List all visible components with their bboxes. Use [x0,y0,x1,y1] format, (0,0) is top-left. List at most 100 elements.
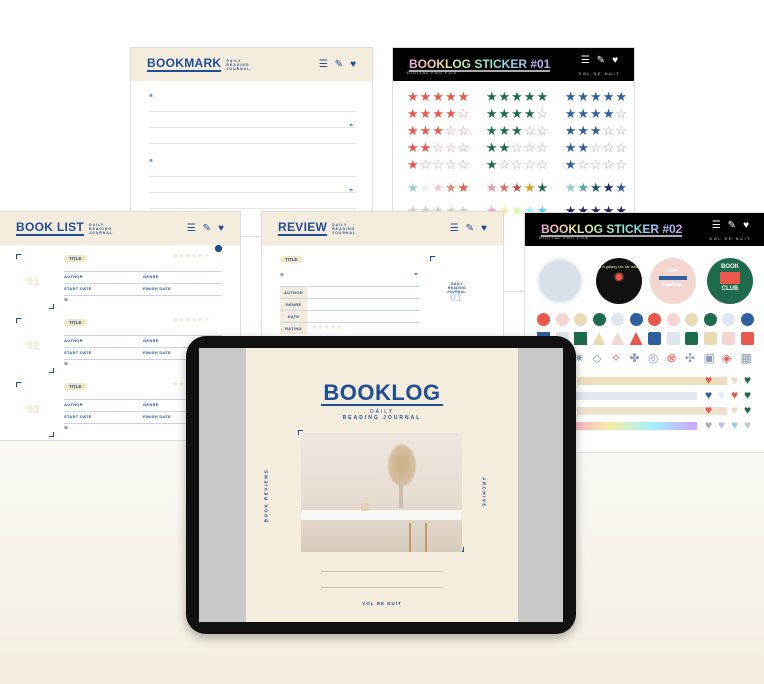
quote-open: “ [64,425,68,434]
line [64,335,222,336]
title-underline [321,404,443,406]
sticker-shape [611,332,624,345]
corner-mark [430,256,435,261]
heart-icon[interactable]: ♥ [481,223,487,234]
star-rating-2: ★ ★ ☆ ☆ ☆ [407,139,469,156]
heart-icon[interactable]: ♥ [612,55,618,66]
sticker1-subtitle: DIGITAL PNG FILE [407,70,458,75]
star-icon: ☆ [577,157,590,172]
cover-photo [301,433,462,552]
star-icon: ☆ [590,157,602,172]
star-icon: ★ [511,180,523,195]
rating-stars[interactable]: ★★★★★ [311,323,342,334]
star-icon: ☆ [615,123,627,138]
pencil-icon[interactable]: ✎ [335,59,343,70]
rating-stars[interactable]: ★★★★★ + [172,252,209,260]
tab-book-reviews[interactable]: BOOK REVIEWS [264,466,269,526]
entry-title-field[interactable]: TITLE [64,319,87,326]
heart-sticker: ♥ [718,403,726,417]
star-icon: ★ [523,106,536,121]
heart-sticker: ♥ [744,388,752,402]
sparkle-sticker: ✤ [629,351,640,365]
heart-sticker: ♥ [731,373,739,387]
star-icon: ☆ [419,157,432,172]
star-icon: ☆ [498,157,511,172]
entry-title-field[interactable]: TITLE [64,383,87,390]
start-date-label: START DATE [64,350,92,355]
review-title-field[interactable]: TITLE [280,256,303,263]
star-icon: ★ [577,123,590,138]
quote-open: “ [64,297,68,306]
review-field-row[interactable]: AUTHOR [280,286,420,298]
bookmark-header: BOOKMARK DAILY READING JOURNAL. ☰ ✎ ♥ [131,48,372,81]
menu-icon[interactable]: ☰ [712,220,721,231]
galaxy-badge-sticker: In a galaxy far, far away ✹ [596,258,642,304]
star-rating-2: ★ ★ ☆ ☆ ☆ [486,139,548,156]
star-icon: ★ [511,106,523,121]
finish-date-label: FINISH DATE [143,350,172,355]
booklist-title: BOOK LIST [16,219,85,236]
star-icon: ★ [498,106,511,121]
finish-date-label: FINISH DATE [143,414,172,419]
start-date-label: START DATE [64,286,92,291]
booklist-subtitle: DAILY READING JOURNAL. [89,222,115,235]
quote-close: ” [349,123,353,132]
add-badge-icon[interactable] [215,245,222,252]
finish-date-label: FINISH DATE [143,286,172,291]
sticker-shape [574,332,587,345]
corner-mark [16,382,21,387]
table [301,510,462,520]
star-icon: ☆ [615,157,627,172]
star-icon: ☆ [444,140,457,155]
sticker-shape [740,332,754,345]
quote-open: “ [149,158,153,167]
corner-mark [49,432,54,437]
washi-tape-sticker [567,422,697,430]
star-icon: ★ [615,89,627,104]
star-icon: ★ [564,123,577,138]
menu-icon[interactable]: ☰ [450,223,459,234]
menu-icon[interactable]: ☰ [581,55,590,66]
sticker1-header: BOOKLOG STICKER #01 DIGITAL PNG FILE ☰ ✎ ♥… [393,48,634,81]
pencil-icon[interactable]: ✎ [728,220,736,231]
star-icon: ★ [498,89,511,104]
rating-stars[interactable]: ★★★★★ + [172,316,209,324]
entry-number: 03 [27,404,40,416]
star-icon: ★ [407,157,419,172]
star-icon: ★ [457,89,470,104]
entry-title-field[interactable]: TITLE [64,255,87,262]
quote-close: ” [349,188,353,197]
star-icon: ★ [577,89,590,104]
star-icon: ★ [407,123,419,138]
pencil-icon[interactable]: ✎ [597,55,605,66]
star-icon: ☆ [511,157,523,172]
tab-archive[interactable]: ARCHIVE [482,463,487,523]
star-icon: ★ [536,180,549,195]
review-field-row[interactable]: DATE [280,310,420,322]
review-field-row[interactable]: GENRE [280,298,420,310]
pencil-icon[interactable]: ✎ [203,223,211,234]
sparkle-sticker: ✣ [685,351,696,365]
star-icon: ☆ [523,123,536,138]
line [149,176,356,177]
line [64,271,222,272]
heart-icon[interactable]: ♥ [743,220,749,231]
sparkle-sticker: ⊗ [666,351,677,365]
heart-icon[interactable]: ♥ [218,223,224,234]
star-rating-5: ★ ★ ★ ★ ★ [407,88,469,105]
star-icon: ★ [602,89,615,104]
star-icon: ★ [419,123,432,138]
star-rating-1: ★ ☆ ☆ ☆ ☆ [486,156,548,173]
menu-icon[interactable]: ☰ [319,59,328,70]
heart-icon[interactable]: ♥ [350,59,356,70]
sticker-shape [666,332,680,345]
mug [361,503,369,511]
star-icon: ★ [590,89,602,104]
menu-icon[interactable]: ☰ [187,223,196,234]
pencil-icon[interactable]: ✎ [466,223,474,234]
review-field-row[interactable]: RATING ★★★★★ [280,322,420,334]
star-icon: ☆ [523,140,536,155]
star-icon: ★ [564,106,577,121]
star-icon: ★ [432,89,444,104]
line [149,143,356,144]
